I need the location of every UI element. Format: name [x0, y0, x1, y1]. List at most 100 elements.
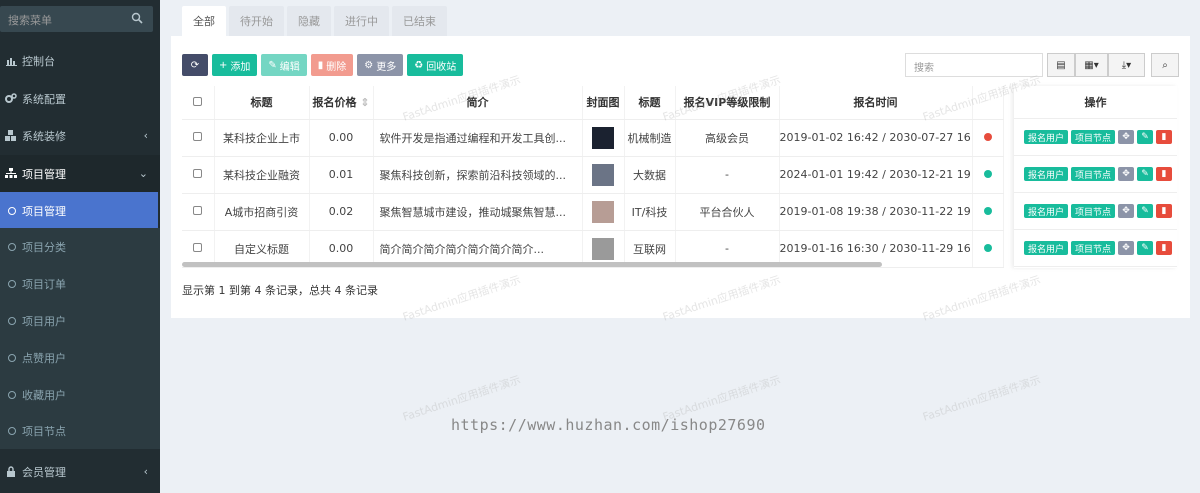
status-tabs: 全部 待开始 隐藏 进行中 已结束	[182, 6, 450, 36]
sidebar-item-dashboard[interactable]: 控制台	[0, 42, 160, 79]
more-button[interactable]: ⚙ 更多	[357, 54, 404, 76]
drag-move-button[interactable]: ✥	[1118, 241, 1135, 255]
columns-button[interactable]: ▦▾	[1075, 53, 1108, 77]
sidebar-item-members[interactable]: 会员管理 ‹	[0, 453, 160, 490]
delete-button[interactable]: ▮ 删除	[310, 54, 354, 76]
row-edit-button[interactable]: ✎	[1137, 130, 1154, 144]
row-edit-button[interactable]: ✎	[1137, 241, 1154, 255]
sidebar-subitem-label: 项目分类	[22, 240, 66, 254]
column-header-title[interactable]: 标题	[214, 86, 310, 120]
row-delete-button[interactable]: ▮	[1156, 204, 1173, 218]
sidebar-subitem-orders[interactable]: 项目订单	[0, 265, 160, 302]
cover-image[interactable]	[592, 126, 614, 149]
operations-row: 报名用户 项目节点 ✥ ✎ ▮	[1014, 119, 1177, 156]
row-checkbox[interactable]	[182, 119, 215, 157]
tab-ended[interactable]: 已结束	[392, 6, 447, 36]
operations-column: 操作 报名用户 项目节点 ✥ ✎ ▮ 报名用户 项目节点 ✥ ✎ ▮ 报名用户 项目节点 ✥ ✎ ▮ 报名用户…	[1014, 86, 1177, 268]
sidebar-item-project-management[interactable]: 项目管理 ⌄	[0, 155, 160, 192]
project-nodes-button[interactable]: 项目节点	[1071, 130, 1116, 144]
row-edit-button[interactable]: ✎	[1137, 204, 1154, 218]
select-all-checkbox[interactable]	[182, 86, 215, 120]
sidebar-subitem-category[interactable]: 项目分类	[0, 228, 160, 265]
cell-intro: 软件开发是指通过编程和开发工具创...	[373, 119, 583, 157]
cell-status	[972, 230, 1004, 268]
project-nodes-button[interactable]: 项目节点	[1071, 204, 1116, 218]
table-row[interactable]: 某科技企业融资 0.01 聚焦科技创新，探索前沿科技领域的... 大数据 -2024-0…	[182, 156, 1004, 194]
cover-image[interactable]	[592, 163, 614, 186]
circle-icon	[8, 390, 16, 399]
cell-price: 0.02	[309, 193, 374, 231]
edit-button[interactable]: ✎ 编辑	[261, 54, 307, 76]
tab-pending[interactable]: 待开始	[229, 6, 284, 36]
column-header-price[interactable]: 报名价格 ⇕	[309, 86, 374, 120]
cell-title: A城市招商引资	[214, 193, 310, 231]
toggle-view-button[interactable]: ▤	[1047, 53, 1075, 77]
circle-icon	[8, 279, 16, 288]
sidebar-subitem-likes[interactable]: 点赞用户	[0, 339, 160, 376]
drag-move-button[interactable]: ✥	[1118, 130, 1135, 144]
table-search-input[interactable]: 搜索	[905, 53, 1043, 77]
recycle-bin-button[interactable]: ♻ 回收站	[407, 54, 464, 76]
cell-category: 机械制造	[624, 119, 676, 157]
plus-icon: +	[219, 59, 228, 71]
horizontal-scrollbar[interactable]	[182, 262, 882, 267]
drag-move-button[interactable]: ✥	[1118, 204, 1135, 218]
sidebar-subitem-project-management[interactable]: 项目管理	[0, 192, 158, 229]
watermark-url: https://www.huzhan.com/ishop27690	[451, 416, 766, 434]
sidebar-item-label: 系统装修	[22, 129, 66, 143]
row-checkbox[interactable]	[182, 193, 215, 231]
lock-icon	[4, 465, 18, 479]
table-row[interactable]: 某科技企业上市 0.00 软件开发是指通过编程和开发工具创... 机械制造 高级会员 20…	[182, 119, 1004, 157]
signup-users-button[interactable]: 报名用户	[1024, 167, 1069, 181]
sidebar-item-system-config[interactable]: 系统配置	[0, 80, 160, 117]
add-button[interactable]: + 添加	[212, 54, 258, 76]
recycle-icon: ♻	[414, 59, 424, 71]
row-delete-button[interactable]: ▮	[1156, 130, 1173, 144]
sidebar-item-label: 会员管理	[22, 465, 66, 479]
sidebar-item-label: 系统配置	[22, 92, 66, 106]
row-delete-button[interactable]: ▮	[1156, 241, 1173, 255]
cell-time: 2019-01-08 19:38 / 2030-11-22 19:37	[779, 193, 973, 231]
pencil-icon: ✎	[1141, 206, 1149, 216]
search-icon[interactable]	[131, 12, 143, 24]
cell-title: 某科技企业融资	[214, 156, 310, 194]
signup-users-button[interactable]: 报名用户	[1024, 241, 1069, 255]
sidebar-subitem-users[interactable]: 项目用户	[0, 302, 160, 339]
export-button[interactable]: ⤓▾	[1108, 53, 1145, 77]
cell-time: 2019-01-02 16:42 / 2030-07-27 16:42	[779, 119, 973, 157]
trash-icon: ▮	[1161, 243, 1167, 253]
sidebar-subitem-label: 收藏用户	[22, 388, 66, 402]
table-row[interactable]: A城市招商引资 0.02 聚焦智慧城市建设，推动城聚焦智慧... IT/科技 平台合伙人…	[182, 193, 1004, 231]
cover-image[interactable]	[592, 237, 614, 260]
drag-move-button[interactable]: ✥	[1118, 167, 1135, 181]
project-nodes-button[interactable]: 项目节点	[1071, 241, 1116, 255]
row-checkbox[interactable]	[182, 156, 215, 194]
cell-vip: -	[675, 156, 780, 194]
tab-in-progress[interactable]: 进行中	[334, 6, 389, 36]
refresh-button[interactable]: ⟳	[182, 54, 208, 76]
chevron-left-icon: ‹	[143, 465, 148, 478]
column-header-cover[interactable]: 封面图	[582, 86, 625, 120]
advanced-search-button[interactable]: ⌕	[1151, 53, 1179, 77]
cell-category: 大数据	[624, 156, 676, 194]
move-icon: ✥	[1122, 132, 1130, 142]
sidebar-subitem-favorites[interactable]: 收藏用户	[0, 376, 160, 413]
sort-icon: ⇕	[356, 96, 370, 110]
tab-hidden[interactable]: 隐藏	[287, 6, 331, 36]
row-delete-button[interactable]: ▮	[1156, 167, 1173, 181]
row-edit-button[interactable]: ✎	[1137, 167, 1154, 181]
signup-users-button[interactable]: 报名用户	[1024, 130, 1069, 144]
sidebar-subitem-nodes[interactable]: 项目节点	[0, 412, 160, 449]
cell-category: IT/科技	[624, 193, 676, 231]
tab-all[interactable]: 全部	[182, 6, 226, 36]
menu-search-input[interactable]: 搜索菜单	[0, 6, 153, 32]
trash-icon: ▮	[1161, 169, 1167, 179]
pencil-icon: ✎	[268, 59, 277, 71]
sidebar-item-label: 控制台	[22, 54, 55, 68]
circle-icon	[8, 206, 16, 215]
project-nodes-button[interactable]: 项目节点	[1071, 167, 1116, 181]
sidebar-item-decoration[interactable]: 系统装修 ‹	[0, 117, 160, 154]
signup-users-button[interactable]: 报名用户	[1024, 204, 1069, 218]
cover-image[interactable]	[592, 200, 614, 223]
move-icon: ✥	[1122, 243, 1130, 253]
